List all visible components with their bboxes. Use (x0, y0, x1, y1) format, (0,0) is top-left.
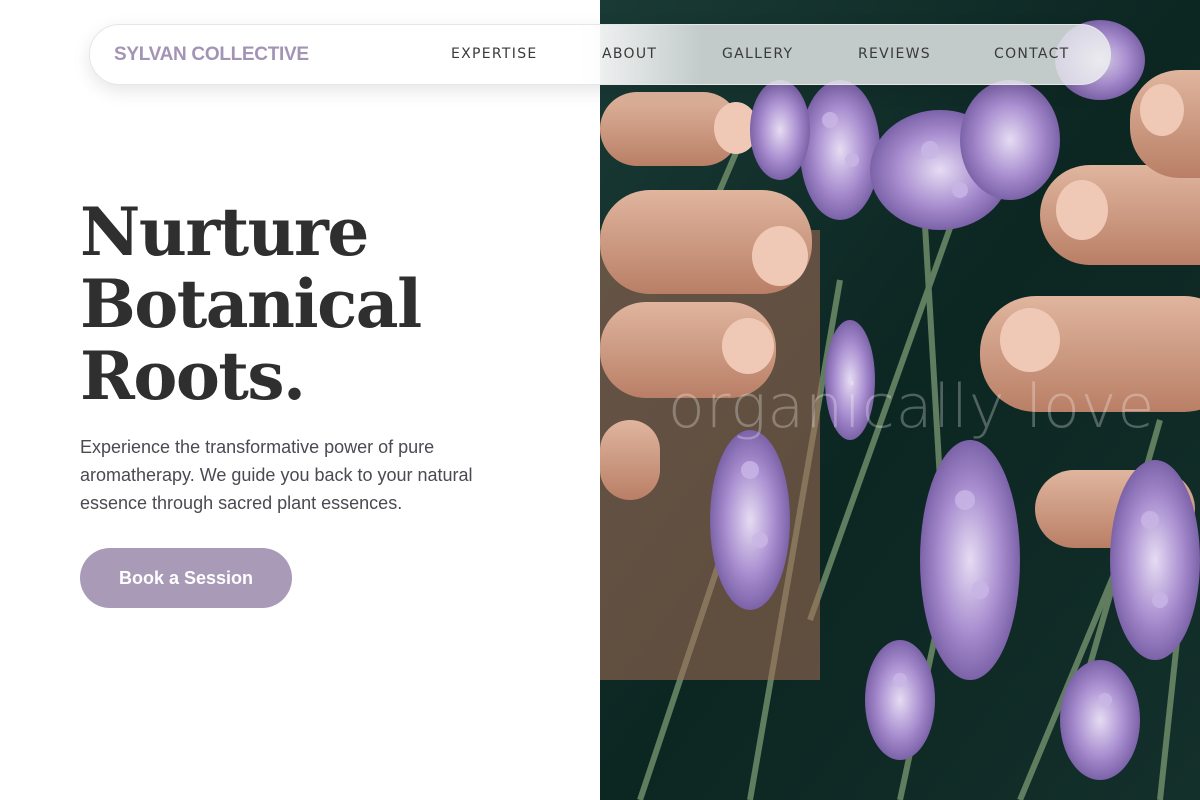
hero-title: Nurture Botanical Roots. (80, 196, 560, 412)
hero-title-line: Nurture (80, 193, 369, 271)
nav-link-contact[interactable]: CONTACT (994, 46, 1070, 62)
image-overlay-text: organically love (668, 372, 1156, 442)
hero-title-line: Roots. (80, 337, 306, 415)
hero-description: Experience the transformative power of p… (80, 437, 473, 513)
nav-link-expertise[interactable]: EXPERTISE (451, 46, 538, 62)
nav-link-about[interactable]: ABOUT (602, 46, 657, 62)
brand-logo[interactable]: SYLVAN COLLECTIVE (114, 44, 309, 66)
book-session-button[interactable]: Book a Session (80, 548, 292, 608)
top-navigation: SYLVAN COLLECTIVE EXPERTISE ABOUT GALLER… (89, 24, 1111, 85)
hero-title-line: Botanical (80, 265, 422, 343)
nav-link-reviews[interactable]: REVIEWS (858, 46, 931, 62)
nav-link-gallery[interactable]: GALLERY (722, 46, 793, 62)
